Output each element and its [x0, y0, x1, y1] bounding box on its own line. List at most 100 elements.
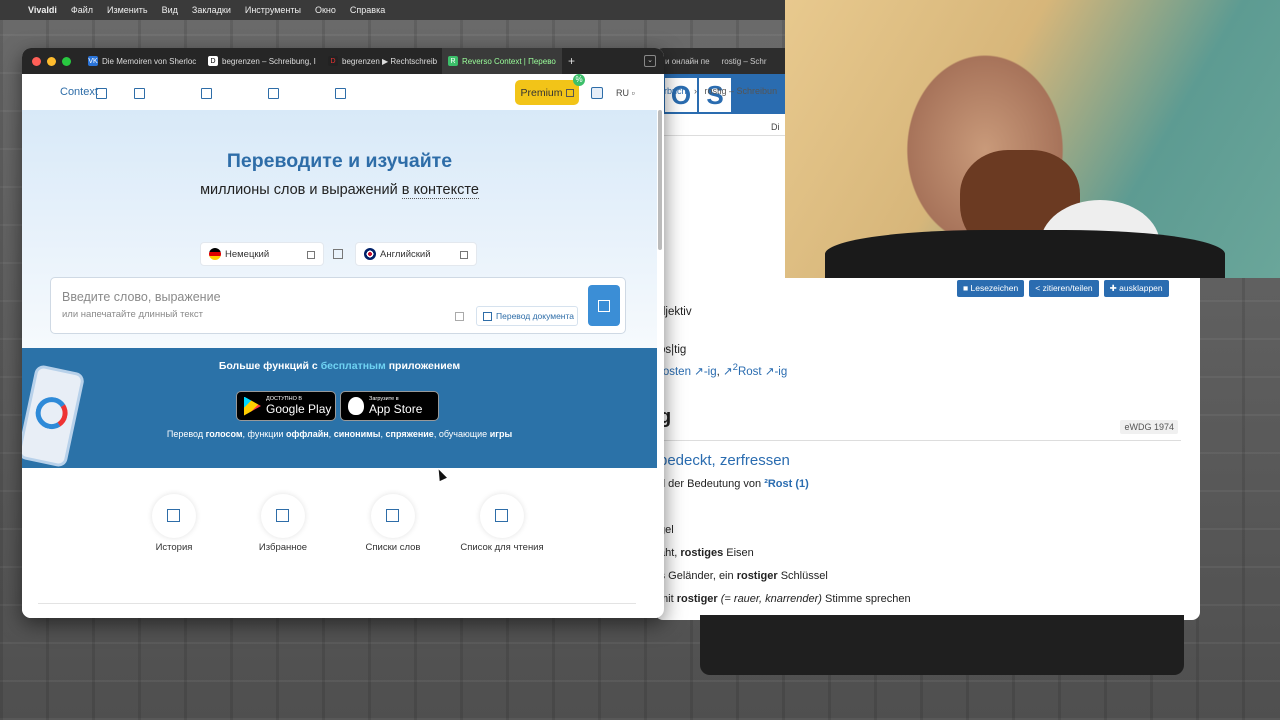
duden-d-icon: D: [328, 56, 338, 66]
word-lists-icon: [371, 494, 415, 538]
reading-list-link[interactable]: Список для чтения: [442, 494, 562, 553]
scrollbar[interactable]: [658, 110, 662, 250]
search-hint: или напечатайте длинный текст: [62, 309, 204, 320]
menu-window[interactable]: Окно: [315, 5, 336, 15]
app-promo-title-1: Больше функций с: [218, 360, 321, 372]
example-3-mid: Geländer, ein: [665, 570, 737, 582]
tab-sherlock[interactable]: VK Die Memoiren von Sherloc: [82, 48, 202, 74]
vk-icon: VK: [88, 56, 98, 66]
history-icon: [152, 494, 196, 538]
google-play-button[interactable]: ДОСТУПНО В Google Play: [236, 391, 336, 421]
etymology-suffix-1[interactable]: -ig: [704, 366, 717, 378]
menu-tools[interactable]: Инструменты: [245, 5, 301, 15]
percent-badge-icon: %: [573, 74, 585, 86]
meaning-note-text: d der Bedeutung von: [659, 478, 765, 490]
example-4-post: Stimme sprechen: [821, 593, 911, 605]
hero-subtitle: миллионы слов и выражений в контексте: [22, 182, 657, 199]
search-icon: [598, 300, 610, 312]
etymology-suffix-2[interactable]: -ig: [774, 366, 787, 378]
search-button[interactable]: [588, 285, 620, 326]
keyboard-icon[interactable]: [455, 312, 464, 321]
hero-section: Переводите и изучайте миллионы слов и вы…: [22, 110, 657, 348]
example-2: aht, rostiges Eisen: [659, 547, 754, 559]
search-input[interactable]: Введите слово, выражение или напечатайте…: [50, 277, 626, 334]
tab-begrenzen-2-label: begrenzen ▶ Rechtschreib: [342, 56, 438, 66]
window-controls: [22, 56, 82, 66]
feature-conjugation: спряжение: [385, 429, 434, 439]
breadcrumb-rostig: rostig – Schreibun: [704, 86, 778, 96]
document-translate-button[interactable]: Перевод документа: [476, 306, 578, 326]
reverso-logo[interactable]: Context: [60, 86, 98, 98]
crown-icon: [565, 88, 574, 97]
dwds-action-buttons: ■ Lesezeichen < zitieren/teilen ✚ auskla…: [957, 280, 1169, 297]
cite-share-button[interactable]: < zitieren/teilen: [1029, 280, 1099, 297]
dwds-tab-partial[interactable]: и онлайн пе: [665, 57, 710, 66]
target-language-select[interactable]: Английский: [355, 242, 477, 266]
menu-file[interactable]: Файл: [71, 5, 93, 15]
search-placeholder: Введите слово, выражение: [62, 290, 221, 304]
menu-app-name[interactable]: Vivaldi: [28, 5, 57, 15]
tab-begrenzen-1[interactable]: D begrenzen – Schreibung, I: [202, 48, 322, 74]
app-promo-title-2: приложением: [385, 360, 461, 372]
favorites-link[interactable]: Избранное: [223, 494, 343, 553]
nav-icon-1[interactable]: [134, 88, 145, 99]
hero-subtitle-link[interactable]: в контексте: [401, 182, 479, 199]
tab-begrenzen-1-label: begrenzen – Schreibung, I: [222, 56, 316, 66]
bookmark-label: Lesezeichen: [970, 283, 1019, 293]
nav-icon-4[interactable]: [335, 88, 346, 99]
cite-label: zitieren/teilen: [1042, 283, 1093, 293]
menu-help[interactable]: Справка: [350, 5, 385, 15]
etymology-link-rost[interactable]: Rost: [738, 366, 762, 378]
tab-bar: VK Die Memoiren von Sherloc D begrenzen …: [22, 48, 664, 74]
example-3: s Geländer, ein rostiger Schlüssel: [659, 570, 828, 582]
feature-voice: голосом: [205, 429, 243, 439]
bookmark-button[interactable]: ■ Lesezeichen: [957, 280, 1025, 297]
menu-bookmarks[interactable]: Закладки: [192, 5, 231, 15]
dwds-tab-rostig[interactable]: rostig – Schr: [722, 57, 767, 66]
meaning-ref-link[interactable]: ²Rost (1): [764, 478, 809, 490]
logo-box-icon: [96, 88, 107, 99]
hero-title: Переводите и изучайте: [226, 150, 453, 172]
share-icon: <: [1035, 283, 1043, 293]
reverso-header: Context Premium % RU ▫: [22, 74, 657, 110]
minimize-window-button[interactable]: [47, 56, 56, 66]
new-tab-button[interactable]: +: [562, 54, 575, 68]
divider: [659, 440, 1181, 441]
app-promo-band: Больше функций с бесплатным приложением …: [22, 348, 657, 469]
feature-games: игры: [489, 429, 513, 439]
tab-begrenzen-2[interactable]: D begrenzen ▶ Rechtschreib: [322, 48, 442, 74]
menu-edit[interactable]: Изменить: [107, 5, 148, 15]
meaning-note: d der Bedeutung von ²Rost (1): [659, 478, 809, 490]
word-lists-link[interactable]: Списки слов: [333, 494, 453, 553]
close-window-button[interactable]: [32, 56, 41, 66]
word-lists-label: Списки слов: [365, 542, 421, 553]
maximize-window-button[interactable]: [62, 56, 71, 66]
feature-text: , функции: [242, 429, 286, 439]
app-store-button[interactable]: Загрузите в App Store: [340, 391, 439, 421]
etymology: rosten ↗-ig, ↗2Rost ↗-ig: [659, 362, 788, 378]
example-4-italic: (= rauer, knarrender): [717, 593, 822, 605]
source-language-select[interactable]: Немецкий: [200, 242, 324, 266]
menu-view[interactable]: Вид: [162, 5, 178, 15]
premium-button[interactable]: Premium %: [515, 74, 585, 105]
apple-icon: [348, 397, 364, 415]
reverso-icon: R: [448, 56, 458, 66]
google-play-icon: [244, 396, 261, 416]
webcam-video: [785, 0, 1280, 278]
nav-icon-2[interactable]: [201, 88, 212, 99]
breadcrumb: erbuch › rostig – Schreibun: [659, 86, 778, 96]
dwds-d-icon: D: [208, 56, 218, 66]
expand-button[interactable]: ✚ ausklappen: [1103, 280, 1169, 297]
chevron-down-icon[interactable]: ⌄: [644, 55, 656, 67]
account-icon[interactable]: [591, 87, 603, 99]
history-link[interactable]: История: [114, 494, 234, 553]
language-selector[interactable]: RU ▫: [616, 88, 635, 98]
nav-icon-3[interactable]: [268, 88, 279, 99]
feature-synonyms: синонимы: [333, 429, 381, 439]
language-code: RU: [616, 88, 629, 98]
favorites-icon: [261, 494, 305, 538]
swap-languages-icon[interactable]: [333, 249, 343, 259]
meaning-heading: bedeckt, zerfressen: [659, 452, 790, 469]
tab-reverso[interactable]: R Reverso Context | Перево: [442, 48, 562, 74]
tab-reverso-label: Reverso Context | Перево: [462, 56, 556, 66]
